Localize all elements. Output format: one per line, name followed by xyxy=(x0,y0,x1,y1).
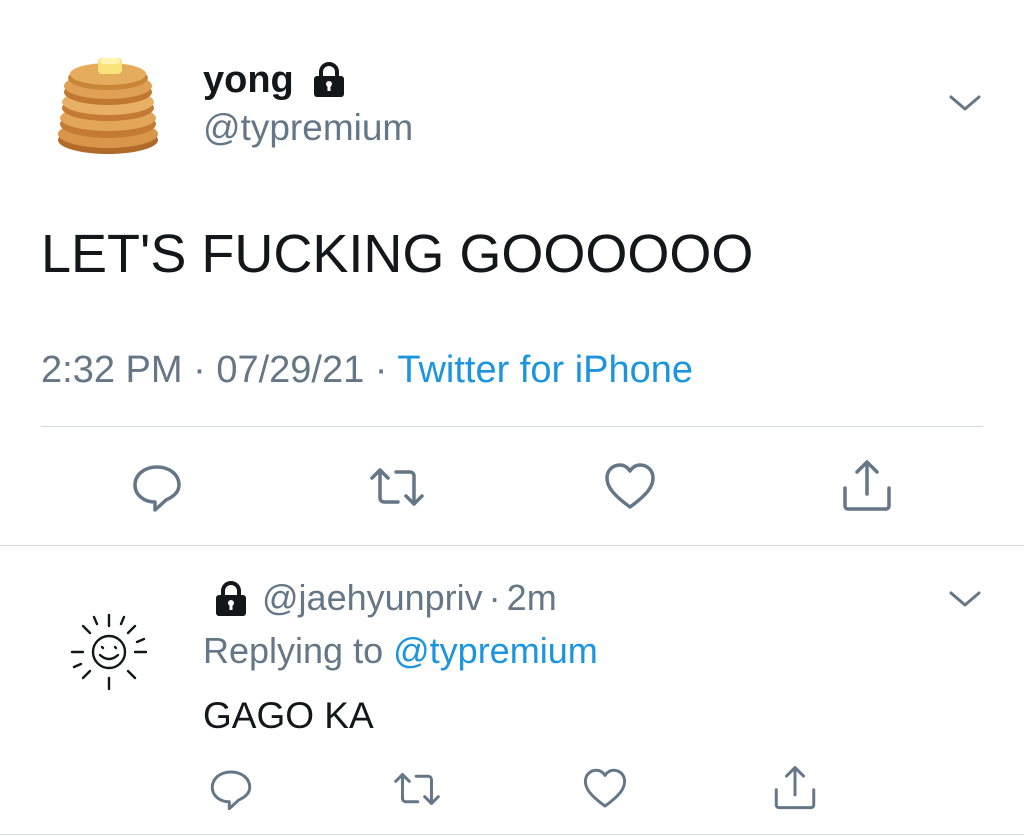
like-icon xyxy=(583,768,627,808)
like-button[interactable] xyxy=(603,460,657,514)
avatar[interactable] xyxy=(50,44,166,160)
reply-button[interactable] xyxy=(208,766,254,812)
retweet-button[interactable] xyxy=(392,766,442,812)
chevron-down-icon[interactable] xyxy=(947,584,983,612)
retweet-icon xyxy=(394,773,440,805)
replying-to-handle[interactable]: @typremium xyxy=(393,630,598,671)
separator: · xyxy=(193,349,206,391)
share-button[interactable] xyxy=(772,764,818,812)
replying-to-line: Replying to @typremium xyxy=(203,629,598,673)
author-name[interactable]: yong xyxy=(203,58,294,102)
tweet-source-link[interactable]: Twitter for iPhone xyxy=(397,349,693,391)
separator: · xyxy=(488,577,501,618)
replying-prefix: Replying to xyxy=(203,630,384,671)
main-tweet: yong @typremium LET'S FUCKING GOOOOOO 2:… xyxy=(0,0,1024,545)
reply-tweet: @jaehyunpriv · 2m Replying to @typremium G… xyxy=(0,546,1024,837)
retweet-icon xyxy=(370,468,424,506)
reply-text: GAGO KA xyxy=(203,695,374,736)
tweet-date: 07/29/21 xyxy=(216,349,365,391)
divider xyxy=(0,834,1024,835)
reply-header: @jaehyunpriv · 2m xyxy=(262,576,557,620)
share-icon xyxy=(843,460,891,511)
separator: · xyxy=(374,349,388,391)
like-icon xyxy=(605,463,655,509)
pancake-avatar-icon xyxy=(58,58,158,154)
like-button[interactable] xyxy=(582,766,628,812)
reply-handle[interactable]: @jaehyunpriv xyxy=(262,577,483,618)
reply-icon xyxy=(133,465,181,512)
avatar[interactable] xyxy=(66,609,152,695)
divider xyxy=(41,426,983,427)
lock-icon xyxy=(310,61,348,99)
lock-icon xyxy=(212,580,250,618)
reply-button[interactable] xyxy=(130,460,184,514)
tweet-metadata: 2:32 PM · 07/29/21 · Twitter for iPhone xyxy=(41,346,693,394)
tweet-time: 2:32 PM xyxy=(41,349,183,391)
tweet-text: LET'S FUCKING GOOOOOO xyxy=(41,224,754,284)
author-handle[interactable]: @typremium xyxy=(203,106,413,150)
reply-age[interactable]: 2m xyxy=(507,577,557,618)
reply-icon xyxy=(210,770,252,811)
share-button[interactable] xyxy=(840,458,894,514)
retweet-button[interactable] xyxy=(368,460,426,514)
chevron-down-icon[interactable] xyxy=(947,88,983,116)
share-icon xyxy=(774,766,816,810)
sun-avatar-icon xyxy=(70,613,148,691)
